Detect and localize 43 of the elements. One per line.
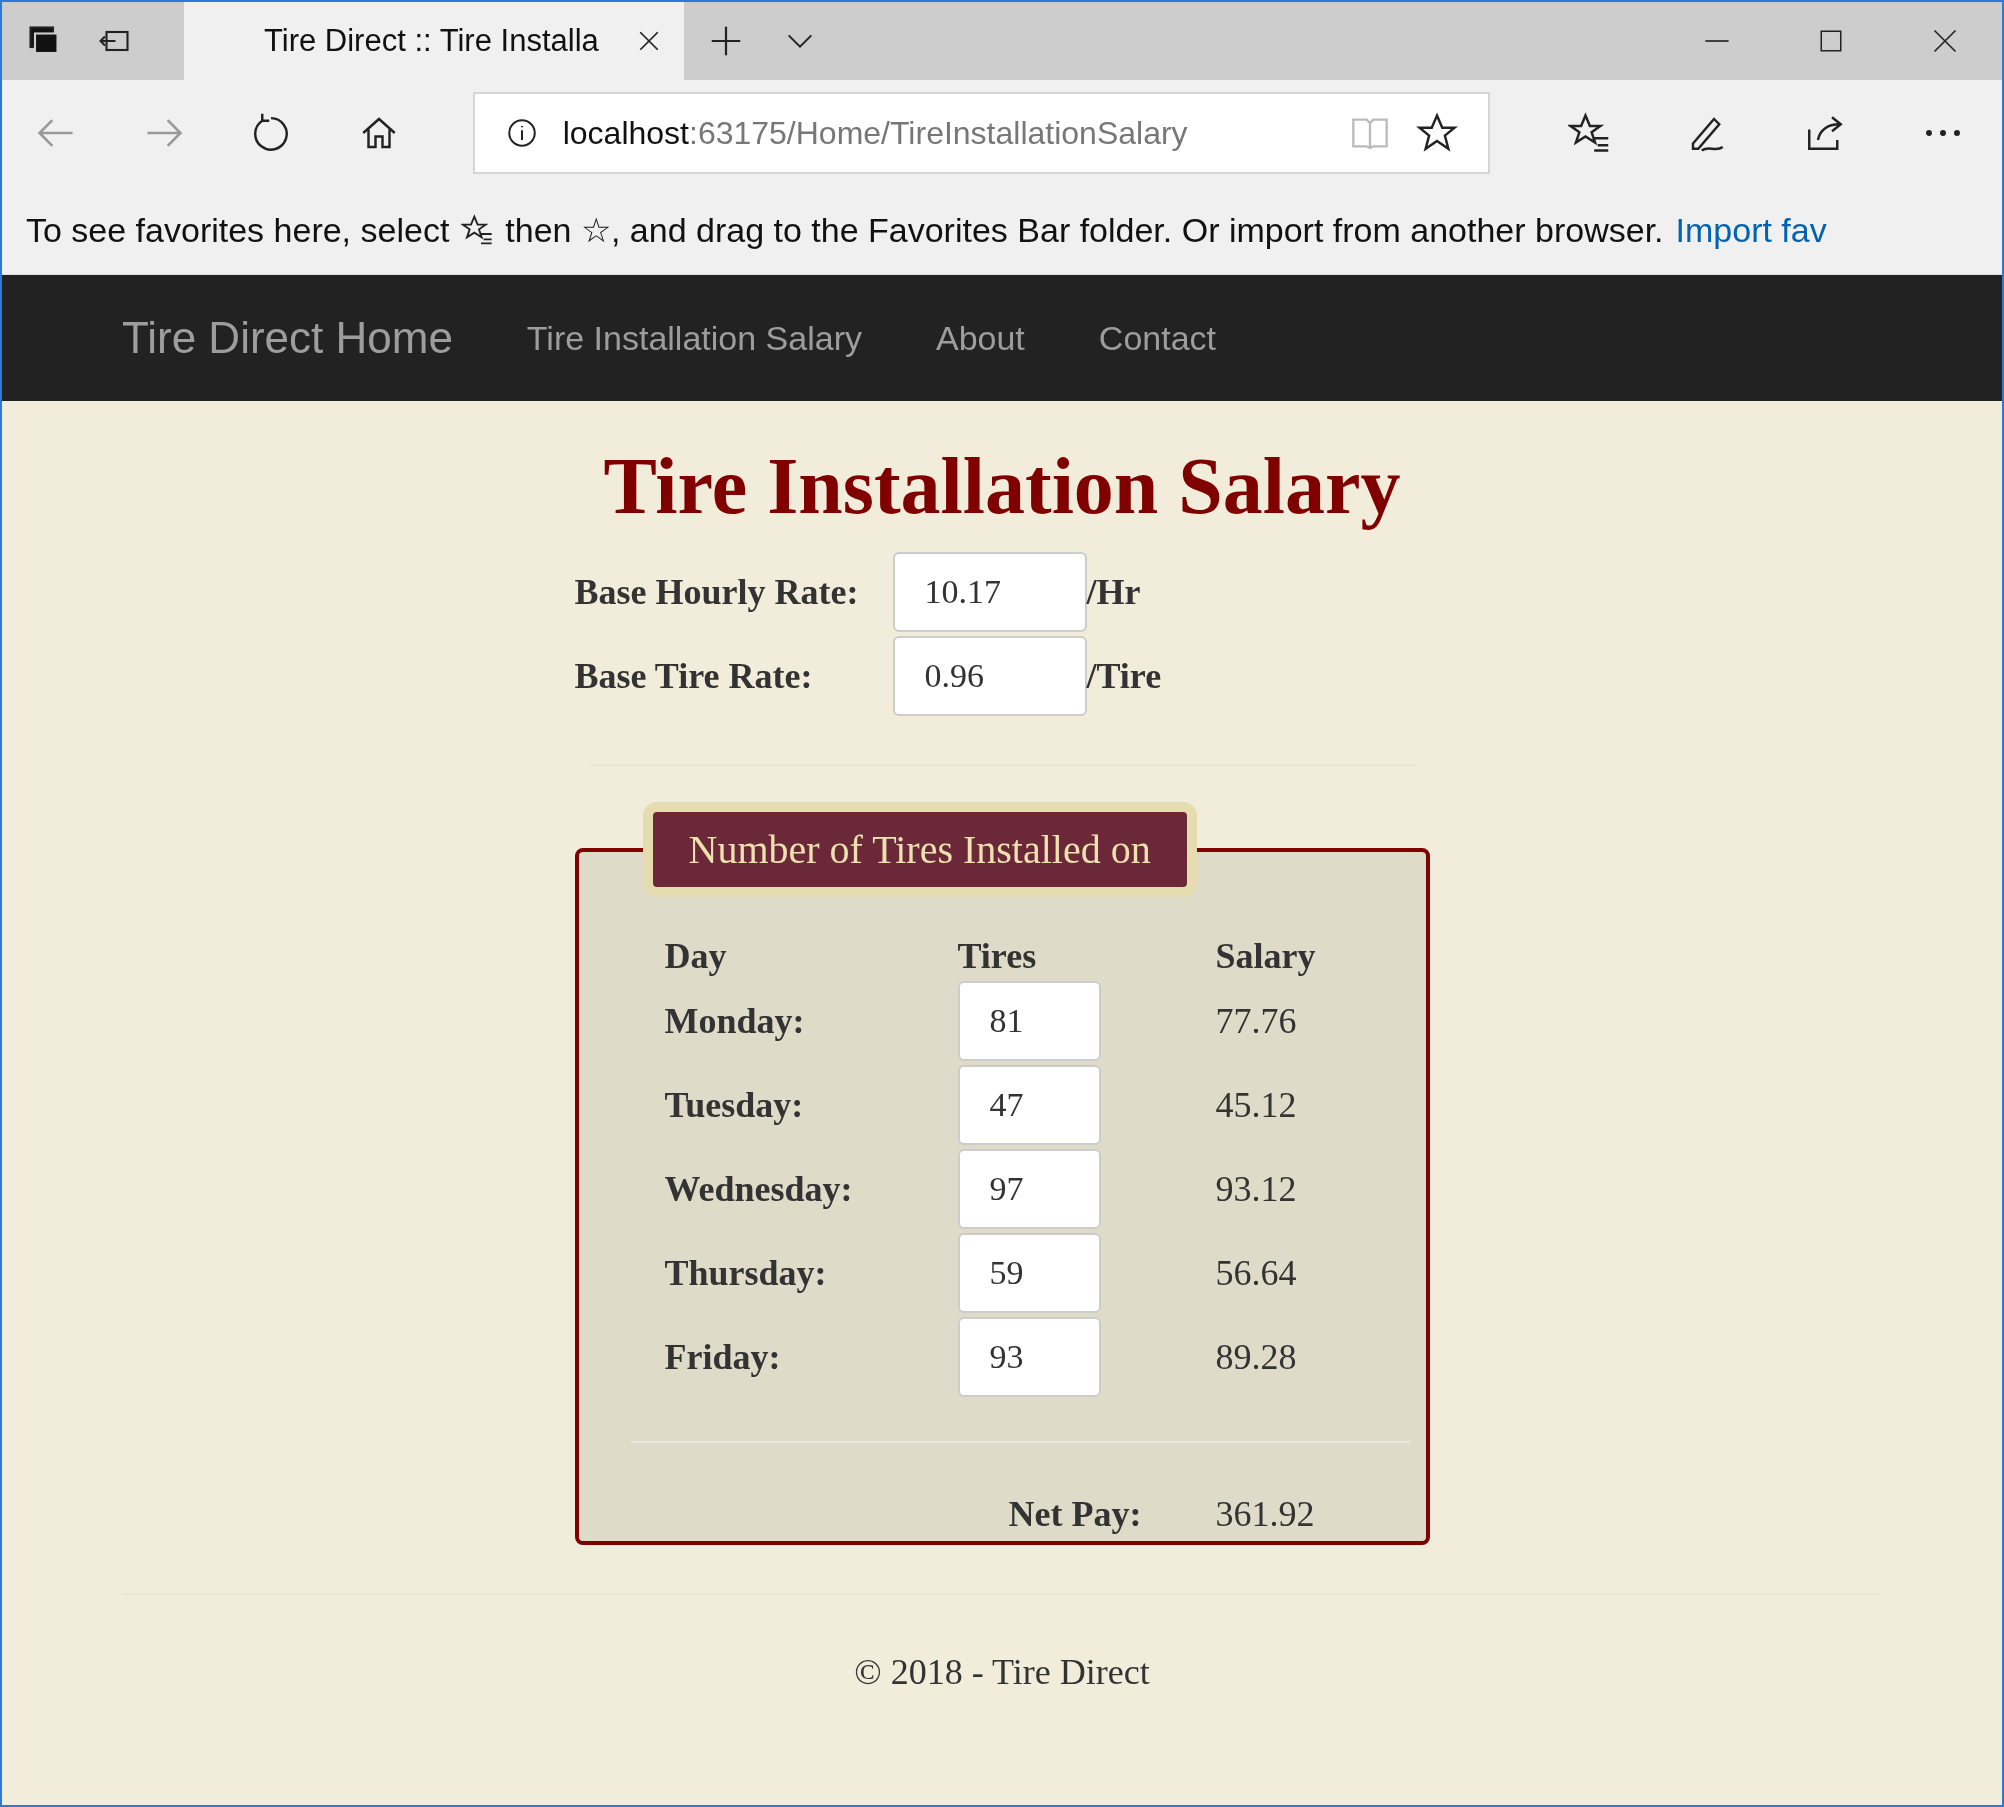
import-link[interactable]: Import fav <box>1675 210 1827 250</box>
nav-link[interactable]: About <box>935 318 1025 358</box>
rate-unit: /Tire <box>1086 655 1163 697</box>
brand-link[interactable]: Tire Direct Home <box>122 313 453 363</box>
favorites-hint: then ☆, and drag to the Favorites Bar folder. Or import from another browser. <box>505 210 1664 250</box>
salary-value: 56.64 <box>1215 1252 1298 1294</box>
favorites-list-icon[interactable] <box>1568 112 1610 154</box>
nav-link[interactable]: Contact <box>1098 318 1216 358</box>
page-title: Tire Installation Salary <box>603 441 1401 532</box>
browser-tab[interactable]: Tire Direct :: Tire Installa <box>184 2 684 80</box>
salary-value: 77.76 <box>1215 1000 1298 1042</box>
salary-value: 89.28 <box>1215 1336 1298 1378</box>
salary-value: 45.12 <box>1215 1084 1298 1126</box>
maximize-icon[interactable] <box>1818 28 1844 54</box>
rate-unit: /Hr <box>1086 571 1142 613</box>
day-label: Monday: <box>664 1000 806 1042</box>
tires-field[interactable]: 97 <box>957 1149 1101 1229</box>
address-bar[interactable]: localhost:63175/Home/TireInstallationSalary <box>472 92 1490 174</box>
tires-field[interactable]: 93 <box>957 1317 1101 1397</box>
tires-field[interactable]: 81 <box>957 981 1101 1061</box>
day-label: Tuesday: <box>664 1084 805 1126</box>
rate-label: Base Tire Rate: <box>574 655 814 697</box>
day-label: Thursday: <box>664 1252 828 1294</box>
rate-field[interactable]: 10.17 <box>892 552 1087 632</box>
rate-label: Base Hourly Rate: <box>574 571 860 613</box>
close-icon[interactable] <box>1931 27 1959 55</box>
panel-legend: Number of Tires Installed on <box>642 802 1197 897</box>
tires-field[interactable]: 47 <box>957 1065 1101 1145</box>
nav-link[interactable]: Tire Installation Salary <box>526 318 862 358</box>
net-pay-label: Net Pay: <box>1008 1493 1142 1535</box>
column-header: Day <box>664 935 728 977</box>
day-label: Friday: <box>664 1336 782 1378</box>
favorites-hint: To see favorites here, select <box>26 210 450 250</box>
star-icon[interactable] <box>1416 112 1458 154</box>
salary-value: 93.12 <box>1215 1168 1298 1210</box>
rate-field[interactable]: 0.96 <box>892 636 1087 716</box>
column-header: Salary <box>1215 935 1317 977</box>
favorites-list-icon[interactable] <box>461 214 494 246</box>
column-header: Tires <box>957 935 1038 977</box>
tires-field[interactable]: 59 <box>957 1233 1101 1313</box>
net-pay-value: 361.92 <box>1215 1493 1316 1535</box>
footer-text: © 2018 - Tire Direct <box>854 1651 1150 1693</box>
day-label: Wednesday: <box>664 1168 854 1210</box>
